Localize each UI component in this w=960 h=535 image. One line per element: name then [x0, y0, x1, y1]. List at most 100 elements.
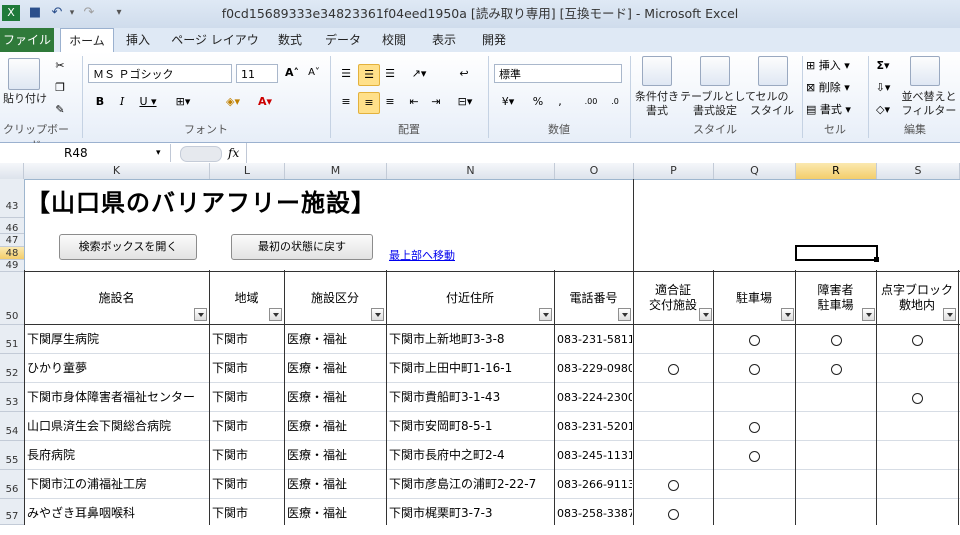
italic-icon[interactable]: I: [112, 92, 132, 112]
copy-icon[interactable]: ❐: [50, 78, 70, 98]
row-header-57[interactable]: 57: [0, 499, 24, 525]
row-header-54[interactable]: 54: [0, 412, 24, 441]
font-name-combo[interactable]: ＭＳ Ｐゴシック: [88, 64, 232, 83]
row-header-56[interactable]: 56: [0, 470, 24, 499]
go-to-top-link[interactable]: 最上部へ移動: [389, 247, 455, 263]
select-all-corner[interactable]: [0, 163, 24, 179]
font-size-combo[interactable]: 11: [236, 64, 278, 83]
cell-area[interactable]: 下関市: [212, 383, 282, 412]
cell-address[interactable]: 下関市安岡町8-5-1: [389, 412, 553, 441]
column-header-k[interactable]: K: [24, 163, 210, 179]
cell-phone[interactable]: 083-231-5811: [557, 325, 632, 354]
cell-area[interactable]: 下関市: [212, 499, 282, 528]
cell-address[interactable]: 下関市上田中町1-16-1: [389, 354, 553, 383]
filter-dropdown-icon[interactable]: [269, 308, 282, 321]
row-header-50[interactable]: 50: [0, 272, 24, 325]
cell-facility-name[interactable]: ひかり童夢: [27, 354, 207, 383]
filter-dropdown-icon[interactable]: [699, 308, 712, 321]
filter-dropdown-icon[interactable]: [371, 308, 384, 321]
increase-decimal-icon[interactable]: .00: [580, 92, 602, 112]
column-header-n[interactable]: N: [387, 163, 555, 179]
autosum-icon[interactable]: Σ▾: [872, 56, 894, 76]
row-header-46[interactable]: 46: [0, 218, 24, 234]
cell-address[interactable]: 下関市貴船町3-1-43: [389, 383, 553, 412]
insert-cells-button[interactable]: ⊞ 挿入 ▾: [806, 56, 860, 76]
column-header-m[interactable]: M: [285, 163, 387, 179]
filter-dropdown-icon[interactable]: [194, 308, 207, 321]
cell-facility-name[interactable]: みやざき耳鼻咽喉科: [27, 499, 207, 528]
column-header-o[interactable]: O: [555, 163, 634, 179]
align-left-icon[interactable]: ≡: [336, 92, 356, 112]
name-box-dropdown-icon[interactable]: ▾: [156, 144, 161, 162]
cell-phone[interactable]: 083-266-9113: [557, 470, 632, 499]
tab-home[interactable]: ホーム: [60, 28, 114, 54]
format-cells-button[interactable]: ▤ 書式 ▾: [806, 100, 860, 120]
cell-facility-name[interactable]: 長府病院: [27, 441, 207, 470]
fill-icon[interactable]: ⇩▾: [872, 78, 894, 98]
cell-area[interactable]: 下関市: [212, 325, 282, 354]
cell-phone[interactable]: 083-231-5201: [557, 412, 632, 441]
formula-input[interactable]: [246, 143, 960, 163]
open-search-box-button[interactable]: 検索ボックスを開く: [59, 234, 197, 260]
cell-facility-name[interactable]: 山口県済生会下関総合病院: [27, 412, 207, 441]
filter-dropdown-icon[interactable]: [539, 308, 552, 321]
bold-icon[interactable]: B: [90, 92, 110, 112]
cell-phone[interactable]: 083-229-0980: [557, 354, 632, 383]
name-box[interactable]: R48 ▾: [0, 144, 171, 162]
cell-area[interactable]: 下関市: [212, 470, 282, 499]
cell-styles-button[interactable]: セルの スタイル: [748, 90, 796, 118]
fill-color-icon[interactable]: ◈▾: [220, 92, 246, 112]
comma-icon[interactable]: ,: [552, 92, 568, 112]
tab-insert[interactable]: 挿入: [118, 28, 158, 52]
cell-phone[interactable]: 083-245-1131: [557, 441, 632, 470]
cell-facility-name[interactable]: 下関市身体障害者福祉センター: [27, 383, 207, 412]
row-header-52[interactable]: 52: [0, 354, 24, 383]
shrink-font-icon[interactable]: A˅: [304, 63, 324, 83]
tab-developer[interactable]: 開発: [474, 28, 514, 52]
column-header-q[interactable]: Q: [714, 163, 796, 179]
cell-address[interactable]: 下関市彦島江の浦町2-22-7: [389, 470, 553, 499]
tab-review[interactable]: 校閲: [374, 28, 414, 52]
cell-area[interactable]: 下関市: [212, 441, 282, 470]
cell-styles-icon[interactable]: [758, 56, 788, 86]
cell-address[interactable]: 下関市長府中之町2-4: [389, 441, 553, 470]
row-header-55[interactable]: 55: [0, 441, 24, 470]
conditional-format-icon[interactable]: [642, 56, 672, 86]
paste-button[interactable]: 貼り付け: [2, 92, 48, 106]
align-center-icon[interactable]: ≡: [358, 92, 380, 114]
wrap-text-icon[interactable]: ↩: [454, 64, 474, 84]
decrease-indent-icon[interactable]: ⇤: [404, 92, 424, 112]
column-header-p[interactable]: P: [634, 163, 714, 179]
active-cell-selection[interactable]: [795, 245, 878, 261]
filter-dropdown-icon[interactable]: [943, 308, 956, 321]
sort-filter-button[interactable]: 並べ替えと フィルター: [898, 90, 960, 118]
filter-dropdown-icon[interactable]: [781, 308, 794, 321]
increase-indent-icon[interactable]: ⇥: [426, 92, 446, 112]
cell-phone[interactable]: 083-224-2300: [557, 383, 632, 412]
format-as-table-button[interactable]: テーブルとして 書式設定: [680, 90, 756, 118]
underline-icon[interactable]: U ▾: [134, 92, 162, 112]
cell-address[interactable]: 下関市梶栗町3-7-3: [389, 499, 553, 528]
cell-category[interactable]: 医療・福祉: [287, 325, 384, 354]
cell-facility-name[interactable]: 下関厚生病院: [27, 325, 207, 354]
reset-state-button[interactable]: 最初の状態に戻す: [231, 234, 373, 260]
format-painter-icon[interactable]: ✎: [50, 100, 70, 120]
cell-phone[interactable]: 083-258-3387: [557, 499, 632, 528]
sort-filter-icon[interactable]: [910, 56, 940, 86]
cut-icon[interactable]: ✂: [50, 56, 70, 76]
align-top-icon[interactable]: ☰: [336, 64, 356, 84]
filter-dropdown-icon[interactable]: [862, 308, 875, 321]
clear-icon[interactable]: ◇▾: [872, 100, 894, 120]
insert-function-icon[interactable]: fx: [228, 144, 239, 162]
border-icon[interactable]: ⊞▾: [170, 92, 196, 112]
cell-area[interactable]: 下関市: [212, 412, 282, 441]
paste-icon[interactable]: [8, 58, 40, 90]
column-header-s[interactable]: S: [877, 163, 960, 179]
row-header-53[interactable]: 53: [0, 383, 24, 412]
filter-dropdown-icon[interactable]: [618, 308, 631, 321]
cell-category[interactable]: 医療・福祉: [287, 412, 384, 441]
delete-cells-button[interactable]: ⊠ 削除 ▾: [806, 78, 860, 98]
row-header-48[interactable]: 48: [0, 247, 24, 260]
tab-view[interactable]: 表示: [424, 28, 464, 52]
tab-page-layout[interactable]: ページ レイアウト: [170, 28, 260, 71]
